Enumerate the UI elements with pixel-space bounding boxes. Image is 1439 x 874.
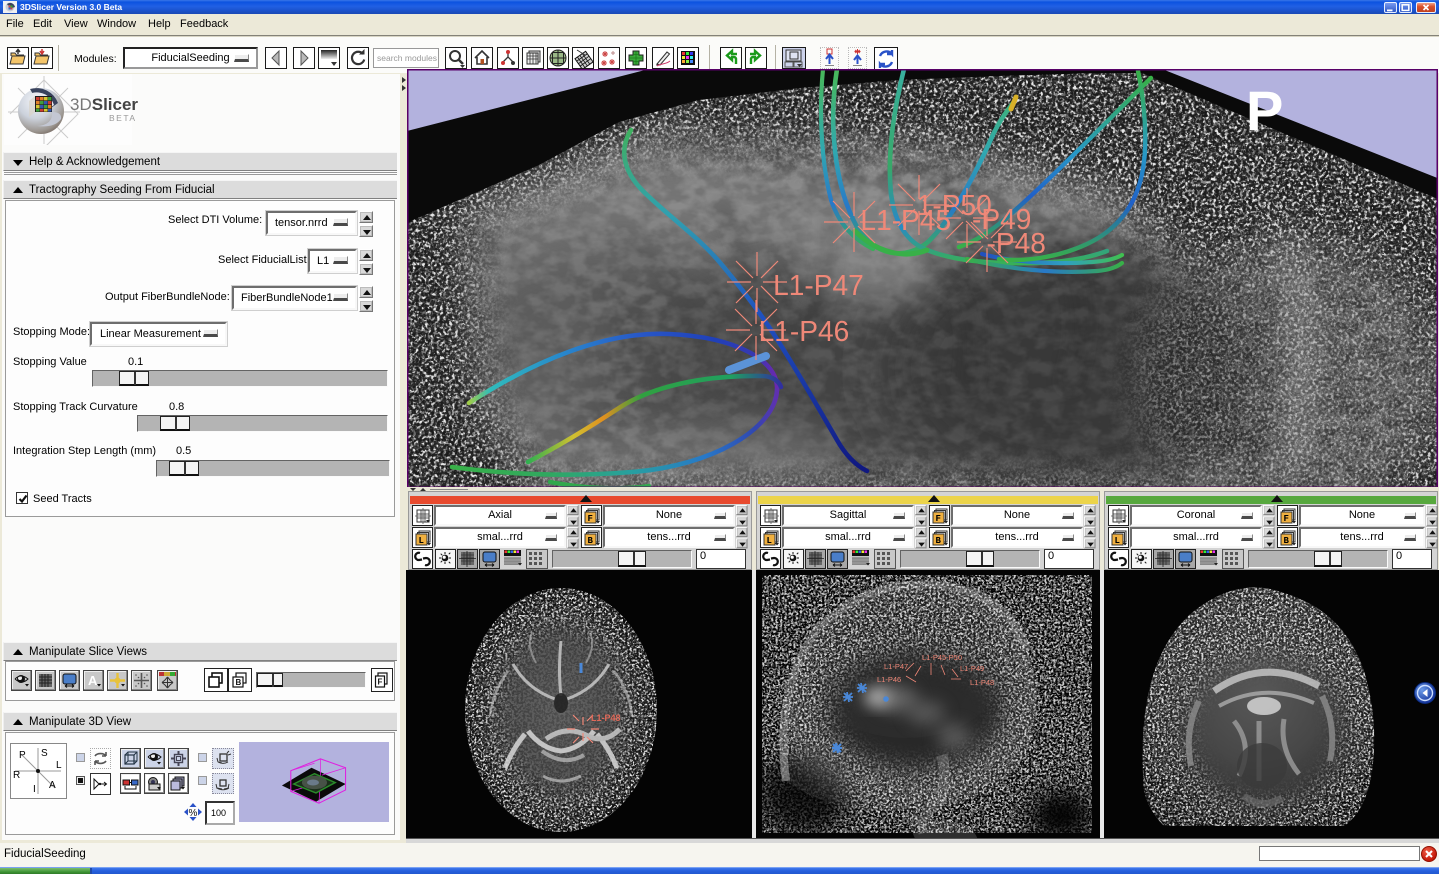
svg-text:P: P: [1246, 79, 1283, 142]
svg-text:B: B: [236, 678, 242, 687]
svg-text:P: P: [19, 750, 26, 761]
svg-text:I: I: [33, 784, 36, 795]
svg-text:L1-P49: L1-P49: [960, 664, 984, 673]
svg-text:L1-P47: L1-P47: [773, 270, 864, 302]
svg-text:F: F: [588, 514, 593, 524]
svg-text:L: L: [767, 536, 772, 546]
svg-text:F: F: [936, 514, 941, 524]
svg-text:R: R: [13, 770, 20, 781]
svg-text:%: %: [189, 808, 198, 819]
svg-text:L1-P48: L1-P48: [591, 713, 621, 723]
svg-text:L: L: [56, 760, 62, 771]
svg-text:F: F: [1284, 514, 1289, 524]
svg-text:L1-P48: L1-P48: [970, 678, 994, 687]
svg-text:A: A: [49, 780, 56, 791]
svg-text:B: B: [1284, 536, 1290, 546]
svg-text:B: B: [936, 536, 942, 546]
svg-text:L1-P47: L1-P47: [884, 662, 908, 671]
svg-text:L: L: [419, 536, 424, 546]
svg-text:L1-P46: L1-P46: [759, 316, 850, 348]
svg-text:L1-P45-P50: L1-P45-P50: [922, 653, 962, 662]
svg-text:-P48: -P48: [987, 228, 1046, 260]
svg-text:F: F: [378, 678, 383, 687]
svg-text:L1-P46: L1-P46: [877, 675, 901, 684]
svg-text:L: L: [1115, 536, 1120, 546]
svg-text:B: B: [588, 536, 594, 546]
svg-text:S: S: [41, 748, 48, 759]
svg-text:A: A: [88, 673, 98, 688]
